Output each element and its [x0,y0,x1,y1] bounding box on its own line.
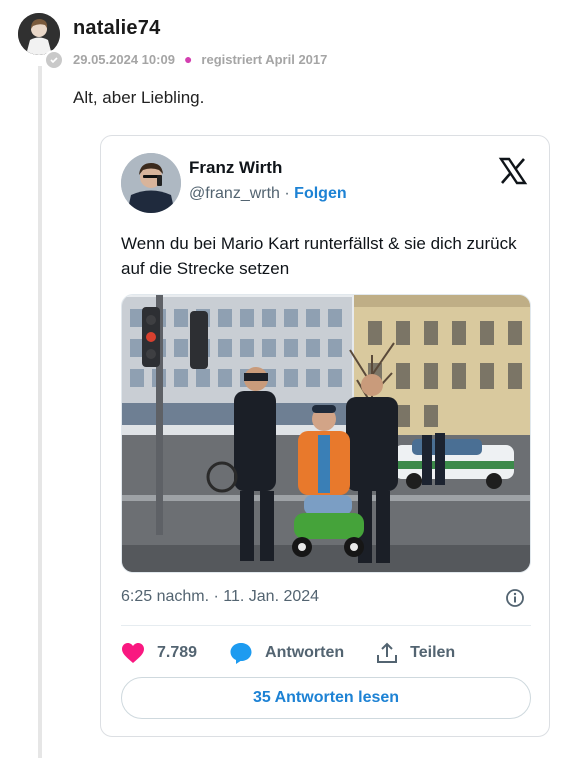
heart-icon [122,643,144,663]
embedded-tweet[interactable]: Franz Wirth @franz_wrth · Folgen Wenn du… [100,135,550,737]
like-button[interactable]: 7.789 [121,642,197,664]
tweet-author-name[interactable]: Franz Wirth [189,158,282,178]
like-count: 7.789 [157,644,198,661]
username[interactable]: natalie74 [73,17,160,40]
share-label: Teilen [410,644,456,661]
read-replies-button[interactable]: 35 Antworten lesen [121,677,531,719]
tweet-photo[interactable] [121,294,531,573]
thread-line [38,66,42,758]
share-icon [377,642,398,663]
tweet-actions: 7.789 Antworten Teilen [121,638,531,668]
handle-separator: · [284,185,290,202]
user-badge-icon [44,50,64,70]
divider [121,625,531,626]
share-button[interactable]: Teilen [376,642,455,664]
follow-button[interactable]: Folgen [294,185,346,202]
post-timestamp: 29.05.2024 10:09 [73,51,175,67]
reply-button[interactable]: Antworten [229,641,344,665]
post-meta: 29.05.2024 10:09 ● registriert April 201… [73,51,327,67]
avatar[interactable] [18,13,60,55]
tweet-author-avatar[interactable] [121,153,181,213]
info-icon[interactable] [505,588,525,608]
reply-bubble-icon [230,643,252,664]
separator-dot-icon: ● [183,51,193,67]
registration-info: registriert April 2017 [201,51,328,67]
tweet-handle[interactable]: @franz_wrth [189,185,280,202]
reply-label: Antworten [265,644,345,661]
x-logo-icon[interactable] [498,156,528,186]
tweet-handle-row: @franz_wrth · Folgen [189,185,347,203]
tweet-text: Wenn du bei Mario Kart runterfällst & si… [121,234,517,278]
tweet-timestamp[interactable]: 6:25 nachm. · 11. Jan. 2024 [121,588,319,606]
comment-text: Alt, aber Liebling. [73,88,205,107]
